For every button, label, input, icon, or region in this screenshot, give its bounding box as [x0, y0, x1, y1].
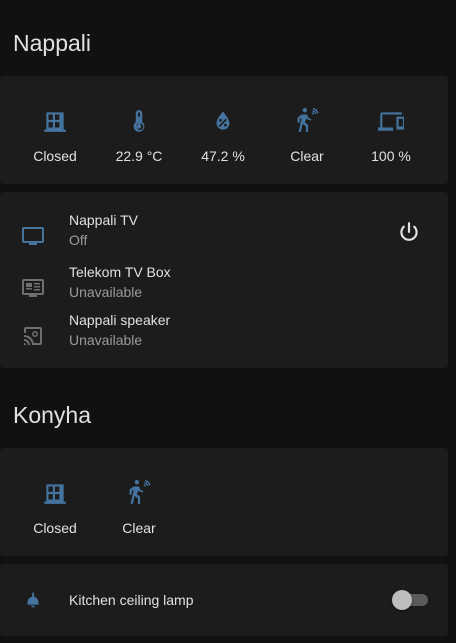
media-name: Nappali speaker — [69, 312, 171, 328]
konyha-sensor-card: Closed Clear — [0, 448, 448, 556]
sensor-humidity[interactable]: 47.2 % — [181, 108, 265, 164]
thermometer-icon — [133, 110, 145, 132]
media-name: Nappali TV — [69, 212, 139, 228]
sensor-motion[interactable]: Clear — [97, 480, 181, 536]
media-state: Unavailable — [69, 332, 143, 348]
media-row-nappali-speaker[interactable]: Nappali speaker Unavailable — [0, 312, 448, 360]
light-name: Kitchen ceiling lamp — [69, 592, 194, 608]
television-icon — [22, 227, 44, 245]
sensor-window[interactable]: Closed — [13, 480, 97, 536]
window-closed-icon — [44, 112, 66, 132]
media-row-nappali-tv[interactable]: Nappali TV Off — [0, 212, 448, 260]
sensor-window-value: Closed — [33, 520, 77, 536]
sensor-motion-value: Clear — [122, 520, 156, 536]
media-state: Off — [69, 232, 88, 248]
light-row-kitchen-ceiling-lamp[interactable]: Kitchen ceiling lamp — [0, 590, 448, 614]
speaker-cast-icon — [24, 327, 42, 345]
motion-sensor-icon — [297, 108, 319, 132]
media-row-telekom-tv-box[interactable]: Telekom TV Box Unavailable — [0, 264, 448, 312]
water-percent-icon — [216, 111, 230, 130]
sensor-window-value: Closed — [33, 148, 77, 164]
media-name: Telekom TV Box — [69, 264, 171, 280]
sensor-temperature[interactable]: 22.9 °C — [97, 108, 181, 164]
tv-box-icon — [22, 279, 44, 297]
sensor-devices-value: 100 % — [371, 148, 411, 164]
sensor-devices[interactable]: 100 % — [349, 108, 433, 164]
ceiling-light-icon — [27, 592, 39, 608]
media-state: Unavailable — [69, 284, 143, 300]
area-title-nappali: Nappali — [13, 30, 91, 56]
nappali-sensor-card: Closed 22.9 °C 47.2 % Clear 100 % — [0, 76, 448, 184]
sensor-temperature-value: 22.9 °C — [115, 148, 163, 164]
sensor-humidity-value: 47.2 % — [201, 148, 245, 164]
sensor-motion[interactable]: Clear — [265, 108, 349, 164]
sensor-window[interactable]: Closed — [13, 108, 97, 164]
area-title-konyha: Konyha — [13, 402, 92, 428]
light-toggle[interactable] — [392, 590, 428, 610]
window-closed-icon — [44, 484, 66, 504]
sensor-motion-value: Clear — [290, 148, 324, 164]
motion-sensor-icon — [129, 480, 151, 504]
devices-icon — [378, 112, 404, 131]
toggle-knob — [392, 590, 412, 610]
power-icon[interactable] — [396, 220, 422, 246]
